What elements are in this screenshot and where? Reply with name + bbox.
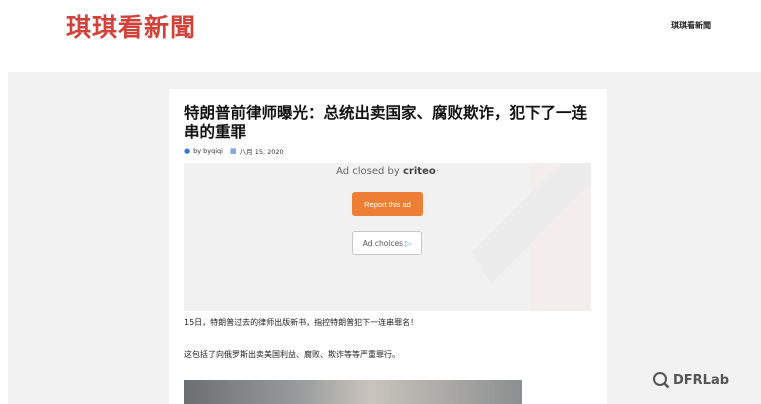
post-paragraph: 15日，特朗普过去的律师出版新书，指控特朗普犯下一连串罪名！	[184, 318, 419, 327]
post-image	[184, 380, 522, 404]
magnifier-icon	[653, 372, 670, 389]
watermark-text: DFRLab	[673, 372, 730, 388]
post-paragraph: 这包括了向俄罗斯出卖美国利益、腐败、欺诈等等严重罪行。	[184, 350, 400, 359]
site-header: 琪琪看新聞 琪琪看新聞	[0, 0, 761, 72]
calendar-icon: ▦	[230, 147, 237, 155]
site-title[interactable]: 琪琪看新聞	[66, 8, 196, 44]
dfrlab-watermark: DFRLab	[652, 371, 729, 389]
post-meta: ● by byqiqi ▦ 八月 15, 2020	[184, 146, 284, 156]
ad-choices-label: Ad choices	[362, 238, 404, 248]
ad-choices-icon: ▷	[405, 238, 412, 248]
post-author[interactable]: by byqiqi	[193, 147, 223, 155]
person-icon: ●	[184, 147, 191, 155]
ad-container: Ad closed by criteo· Report this ad Ad c…	[184, 163, 591, 311]
ad-closed-text: Ad closed by	[336, 166, 403, 177]
post-date[interactable]: 八月 15, 2020	[240, 146, 284, 156]
criteo-mark: ·	[435, 166, 439, 177]
post-title: 特朗普前律师曝光：总统出卖国家、腐败欺诈，犯下了一连串的重罪	[184, 104, 588, 141]
ad-choices-button[interactable]: Ad choices ▷	[352, 231, 422, 255]
ad-closed-notice: Ad closed by criteo·	[184, 166, 591, 177]
report-ad-button[interactable]: Report this ad	[352, 192, 423, 216]
nav-item-home[interactable]: 琪琪看新聞	[671, 20, 711, 31]
criteo-logo: criteo	[403, 166, 436, 177]
ad-decoration	[471, 163, 591, 311]
